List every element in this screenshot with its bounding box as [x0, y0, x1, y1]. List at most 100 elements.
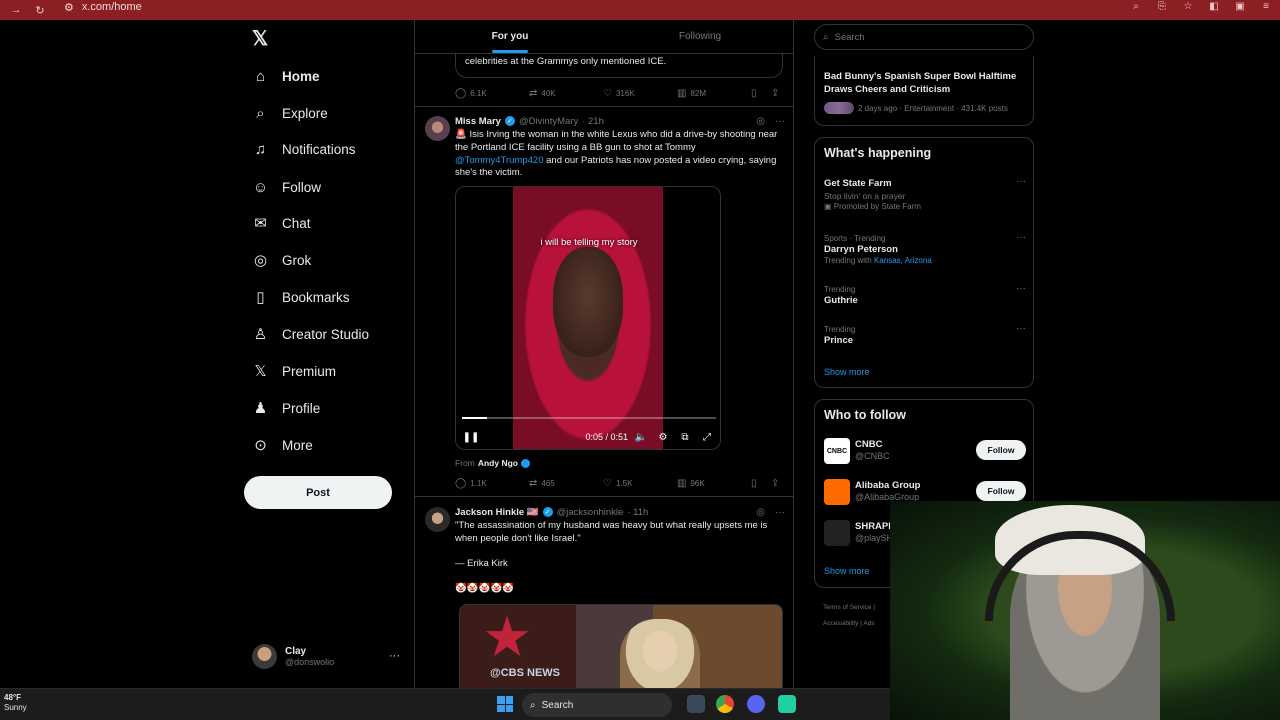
news-meta: 2 days ago · Entertainment · 431.4K post… [858, 103, 1008, 113]
views-button[interactable]: ▥ 82M [677, 88, 751, 99]
nav-follow[interactable]: ☺ Follow [252, 175, 321, 199]
share-button[interactable]: ⇪ [771, 88, 779, 99]
like-button[interactable]: ♡ 1.5K [603, 478, 677, 489]
grok-icon[interactable]: ◎ [756, 116, 765, 127]
terms-link[interactable]: Terms of Service [823, 604, 871, 611]
trend-item[interactable]: Sports · Trending Darryn Peterson Trendi… [824, 232, 1026, 266]
avatar[interactable] [425, 116, 450, 141]
reply-icon: ◯ [455, 477, 467, 489]
more-dots-icon[interactable]: ··· [1016, 232, 1026, 243]
mention-link[interactable]: @Tommy4Trump420 [455, 155, 543, 166]
pip-icon[interactable]: ⧉ [678, 430, 692, 444]
bookmark-button[interactable]: ▯ [751, 88, 771, 99]
video-player[interactable]: i will be telling my story ❚❚ 0:05 / 0:5… [455, 186, 721, 450]
fullscreen-icon[interactable]: ⤢ [700, 430, 714, 444]
author-handle[interactable]: @jacksonhinkle [557, 507, 624, 518]
chrome-icon[interactable] [716, 695, 734, 713]
forward-icon[interactable]: → [8, 2, 24, 18]
nav-chat[interactable]: ✉ Chat [252, 211, 310, 235]
more-dots-icon[interactable]: ··· [1016, 176, 1026, 187]
share-button[interactable]: ⇪ [771, 478, 779, 489]
nav-bookmarks[interactable]: ▯ Bookmarks [252, 285, 349, 309]
follow-button[interactable]: Follow [976, 481, 1026, 501]
taskbar-search[interactable]: ⌕ Search [522, 693, 672, 717]
author-name[interactable]: Miss Mary [455, 116, 501, 127]
nav-profile[interactable]: ♟ Profile [252, 396, 321, 420]
more-dots-icon[interactable]: ··· [1016, 283, 1026, 294]
app-icon[interactable] [778, 695, 796, 713]
trend-item[interactable]: Get State Farm Stop livin' on a prayer ▣… [824, 176, 1026, 212]
address-bar[interactable]: ⚙ x.com/home [64, 0, 1044, 14]
repost-button[interactable]: ⇄ 40K [529, 88, 603, 99]
volume-icon[interactable]: 🔈 [634, 430, 648, 444]
discord-icon[interactable] [747, 695, 765, 713]
bookmark-button[interactable]: ▯ [751, 478, 771, 489]
show-more-link[interactable]: Show more [824, 566, 870, 576]
grok-icon[interactable]: ◎ [756, 507, 765, 518]
zoom-icon[interactable]: ⌕ [1130, 0, 1142, 12]
show-more-link[interactable]: Show more [824, 367, 870, 377]
accessibility-link[interactable]: Accessibility [823, 620, 858, 627]
more-dots-icon[interactable]: ··· [775, 116, 785, 127]
trend-item[interactable]: Trending Guthrie ··· [824, 283, 1026, 307]
source-name[interactable]: Andy Ngo [478, 458, 518, 468]
avatar[interactable] [425, 507, 450, 532]
star-icon[interactable]: ☆ [1182, 0, 1194, 12]
quoted-tweet[interactable]: celebrities at the Grammys only mentione… [455, 50, 783, 78]
x-logo-icon[interactable]: 𝕏 [252, 29, 270, 49]
post-button[interactable]: Post [244, 476, 392, 509]
video-progress-bar[interactable] [462, 417, 716, 419]
tweet-text: "The assassination of my husband was hea… [455, 520, 768, 544]
webcam-overlay [890, 501, 1280, 720]
tweet-image[interactable]: ★ @CBS NEWS [459, 604, 783, 688]
news-card[interactable]: Bad Bunny's Spanish Super Bowl Halftime … [814, 56, 1034, 126]
settings-icon[interactable]: ⚙ [656, 430, 670, 444]
ads-link[interactable]: Ads [863, 620, 874, 627]
search-bar[interactable]: ⌕ [814, 24, 1034, 50]
views-button[interactable]: ▥ 96K [677, 478, 751, 489]
search-input[interactable] [834, 31, 1015, 43]
nav-home[interactable]: ⌂ Home [252, 64, 320, 88]
reply-button[interactable]: ◯ 1.1K [455, 478, 529, 489]
reply-count: 1.1K [470, 478, 487, 488]
extension-icon[interactable]: ◧ [1208, 0, 1220, 12]
nav-notifications[interactable]: ♫ Notifications [252, 137, 356, 161]
trend-subtitle: Stop livin' on a prayer [824, 191, 906, 201]
windows-start-icon[interactable] [497, 696, 513, 712]
weather-widget[interactable]: 48°F Sunny [4, 693, 27, 713]
more-dots-icon[interactable]: ··· [389, 650, 400, 662]
nav-creator-studio[interactable]: ♙ Creator Studio [252, 322, 369, 346]
follow-suggestion[interactable]: CNBC CNBC @CNBC Follow [824, 438, 1026, 464]
trend-category: Trending [824, 325, 856, 334]
nav-explore[interactable]: ⌕ Explore [252, 101, 327, 125]
share-icon: ⇪ [771, 87, 780, 99]
author-name[interactable]: Jackson Hinkle 🇺🇸 [455, 507, 539, 518]
share-icon[interactable]: ⎘ [1156, 0, 1168, 12]
repost-button[interactable]: ⇄ 465 [529, 478, 603, 489]
account-switcher[interactable]: Clay @donswolio ··· [252, 644, 404, 669]
bell-icon: ♫ [254, 140, 267, 158]
follow-button[interactable]: Follow [976, 440, 1026, 460]
trend-links[interactable]: Kansas, Arizona [874, 256, 932, 265]
tweet-time[interactable]: · 11h [627, 507, 648, 518]
more-dots-icon[interactable]: ··· [1016, 323, 1026, 334]
tweet-time[interactable]: · 21h [582, 116, 604, 127]
author-handle[interactable]: @DivintyMary [519, 116, 578, 127]
site-settings-icon[interactable]: ⚙ [64, 1, 74, 14]
tab-following[interactable]: Following [605, 20, 793, 53]
tab-for-you[interactable]: For you [415, 20, 605, 53]
sidebar-icon[interactable]: ▣ [1234, 0, 1246, 12]
file-explorer-icon[interactable] [687, 695, 705, 713]
nav-more[interactable]: ⊙ More [252, 433, 313, 457]
avatar [252, 644, 277, 669]
nav-premium[interactable]: 𝕏 Premium [252, 359, 336, 383]
pause-icon[interactable]: ❚❚ [463, 430, 480, 444]
trend-item[interactable]: Trending Prince ··· [824, 323, 1026, 347]
like-button[interactable]: ♡ 316K [603, 88, 677, 99]
more-dots-icon[interactable]: ··· [775, 507, 785, 518]
menu-icon[interactable]: ≡ [1260, 0, 1272, 12]
reload-icon[interactable]: ↻ [32, 2, 48, 18]
reply-button[interactable]: ◯ 6.1K [455, 88, 529, 99]
repost-icon: ⇄ [529, 87, 538, 99]
nav-grok[interactable]: ◎ Grok [252, 248, 311, 272]
